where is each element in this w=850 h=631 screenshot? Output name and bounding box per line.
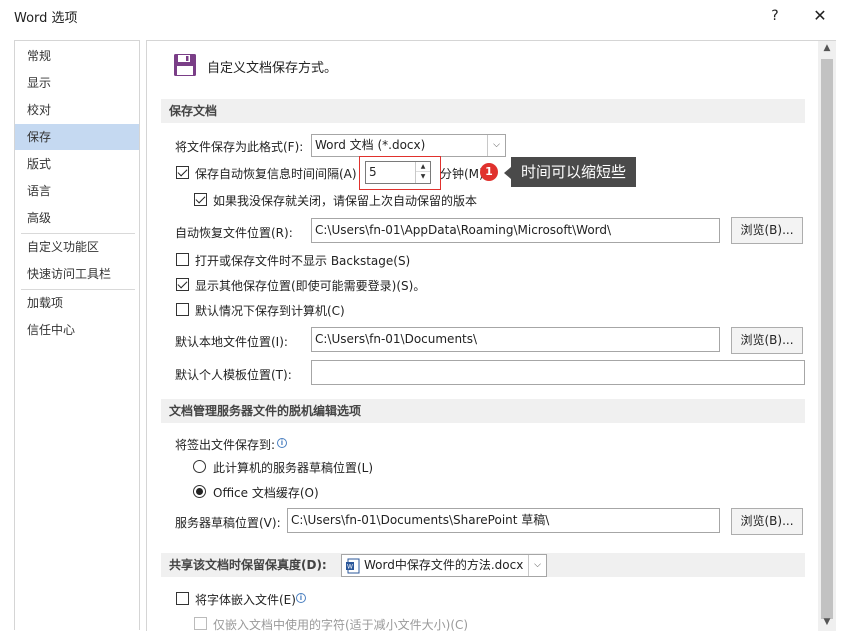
sidebar-item-display[interactable]: 显示 [15, 70, 139, 96]
chevron-down-icon: ⌵ [528, 555, 546, 576]
fidelity-document-select[interactable]: W Word中保存文件的方法.docx ⌵ [341, 554, 547, 577]
embed-fonts-label: 将字体嵌入文件(E) [195, 593, 296, 607]
no-backstage-label: 打开或保存文件时不显示 Backstage(S) [195, 254, 411, 268]
word-document-icon: W [346, 558, 360, 574]
save-format-value: Word 文档 (*.docx) [315, 138, 426, 152]
sidebar-item-customize-ribbon[interactable]: 自定义功能区 [15, 234, 139, 260]
drafts-path-input[interactable]: C:\Users\fn-01\Documents\SharePoint 草稿\ [287, 508, 720, 533]
annotation-badge: 1 [480, 163, 498, 181]
template-path-label: 默认个人模板位置(T): [175, 368, 292, 382]
local-path-label: 默认本地文件位置(I): [175, 335, 288, 349]
minutes-label: 分钟(M) [440, 167, 484, 181]
sidebar-item-addins[interactable]: 加载项 [15, 290, 139, 316]
template-path-input[interactable] [311, 360, 805, 385]
drafts-path-label: 服务器草稿位置(V): [175, 516, 281, 530]
help-button[interactable]: ? [764, 5, 786, 27]
sidebar-item-quick-access[interactable]: 快速访问工具栏 [15, 261, 139, 287]
radio-office-cache-label: Office 文档缓存(O) [213, 486, 319, 500]
sidebar-item-trust-center[interactable]: 信任中心 [15, 317, 139, 343]
sidebar-item-language[interactable]: 语言 [15, 178, 139, 204]
sidebar-item-proofing[interactable]: 校对 [15, 97, 139, 123]
sidebar-item-layout[interactable]: 版式 [15, 151, 139, 177]
radio-server-drafts-label: 此计算机的服务器草稿位置(L) [213, 461, 374, 475]
autorecover-path-label: 自动恢复文件位置(R): [175, 226, 293, 240]
browse-autorecover-button[interactable]: 浏览(B)... [731, 217, 803, 244]
autorecover-label: 保存自动恢复信息时间间隔(A) [195, 167, 357, 181]
sidebar-nav: 常规 显示 校对 保存 版式 语言 高级 自定义功能区 快速访问工具栏 加载项 … [14, 40, 140, 630]
stepper-up-icon[interactable]: ▲ [416, 162, 430, 172]
stepper-down-icon[interactable]: ▼ [416, 172, 430, 182]
autorecover-minutes-stepper[interactable]: 5 ▲ ▼ [365, 161, 431, 184]
annotation-callout: 时间可以缩短些 [511, 157, 637, 187]
browse-local-button[interactable]: 浏览(B)... [731, 327, 803, 354]
sidebar-item-advanced[interactable]: 高级 [15, 205, 139, 231]
keep-last-version-checkbox[interactable] [194, 193, 207, 206]
callout-tail [504, 167, 511, 179]
save-to-computer-checkbox[interactable] [176, 303, 189, 316]
section-offline-editing: 文档管理服务器文件的脱机编辑选项 [161, 399, 805, 423]
close-button[interactable]: ✕ [806, 5, 834, 27]
save-floppy-icon [174, 54, 196, 76]
sidebar-item-save[interactable]: 保存 [15, 124, 139, 150]
local-path-input[interactable]: C:\Users\fn-01\Documents\ [311, 327, 720, 352]
browse-drafts-button[interactable]: 浏览(B)... [731, 508, 803, 535]
autorecover-minutes-value: 5 [369, 165, 377, 179]
embed-used-chars-label: 仅嵌入文档中使用的字符(适于减小文件大小)(C) [213, 618, 469, 631]
info-icon: i [277, 438, 287, 448]
options-content: 自定义文档保存方式。 保存文档 将文件保存为此格式(F): Word 文档 (*… [146, 40, 818, 631]
save-to-computer-label: 默认情况下保存到计算机(C) [195, 304, 345, 318]
fidelity-document-value: Word中保存文件的方法.docx [364, 558, 524, 572]
window-title: Word 选项 [14, 11, 78, 26]
stepper-buttons: ▲ ▼ [415, 162, 430, 183]
info-icon: i [296, 593, 306, 603]
save-format-select[interactable]: Word 文档 (*.docx) ⌵ [311, 134, 506, 157]
radio-server-drafts[interactable] [193, 460, 206, 473]
embed-used-chars-checkbox[interactable] [194, 617, 207, 630]
page-heading: 自定义文档保存方式。 [207, 61, 338, 76]
show-other-locations-checkbox[interactable] [176, 278, 189, 291]
scroll-thumb[interactable] [821, 59, 833, 619]
radio-office-cache[interactable] [193, 485, 206, 498]
embed-fonts-checkbox[interactable] [176, 592, 189, 605]
chevron-down-icon: ⌵ [487, 135, 505, 156]
vertical-scrollbar[interactable]: ▲ ▼ [818, 40, 836, 631]
scroll-down-icon[interactable]: ▼ [818, 617, 836, 631]
no-backstage-checkbox[interactable] [176, 253, 189, 266]
save-format-label: 将文件保存为此格式(F): [175, 140, 304, 154]
autorecover-checkbox[interactable] [176, 166, 189, 179]
scroll-up-icon[interactable]: ▲ [818, 43, 836, 57]
svg-text:W: W [347, 564, 353, 571]
title-bar: Word 选项 ? ✕ [0, 0, 850, 32]
show-other-locations-label: 显示其他保存位置(即使可能需要登录)(S)。 [195, 279, 426, 293]
autorecover-path-input[interactable]: C:\Users\fn-01\AppData\Roaming\Microsoft… [311, 218, 720, 243]
keep-last-version-label: 如果我没保存就关闭，请保留上次自动保留的版本 [213, 194, 478, 208]
sidebar-item-general[interactable]: 常规 [15, 43, 139, 69]
section-save-documents: 保存文档 [161, 99, 805, 123]
checkout-label: 将签出文件保存到: [175, 438, 276, 452]
